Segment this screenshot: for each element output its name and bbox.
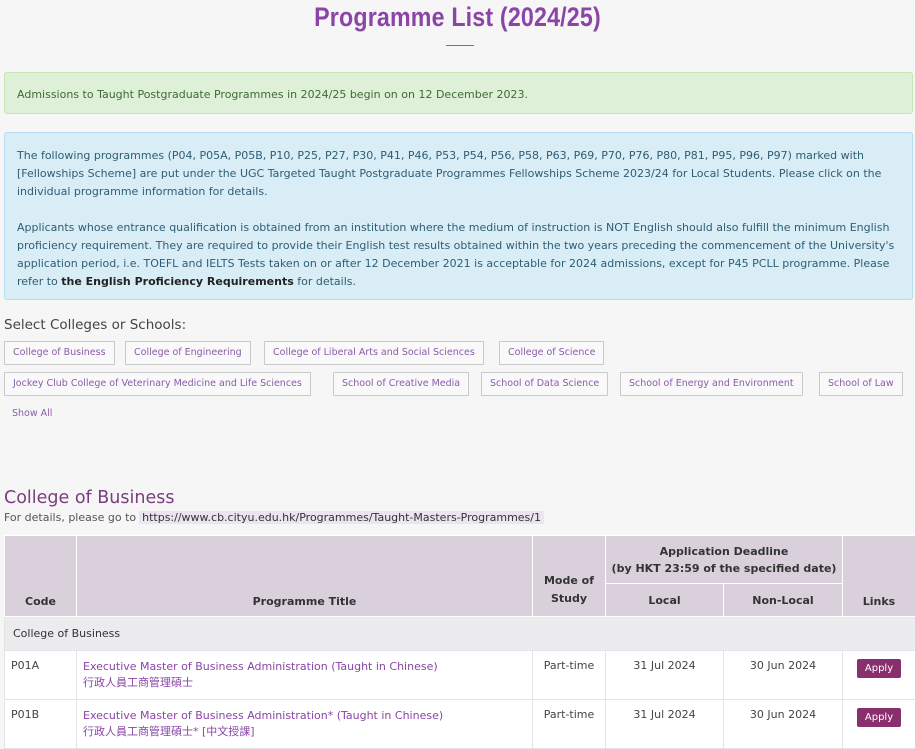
programme-title-zh[interactable]: 行政人員工商管理碩士 — [83, 675, 526, 691]
deadline-local: 31 Jul 2024 — [606, 651, 724, 700]
filter-college-of-liberal-arts[interactable]: College of Liberal Arts and Social Scien… — [264, 341, 484, 365]
deadline-non-local: 30 Jun 2024 — [724, 651, 843, 700]
header-links: Links — [843, 536, 915, 617]
apply-button[interactable]: Apply — [857, 659, 901, 678]
programme-table: Code Programme Title Mode of Study Appli… — [4, 535, 915, 749]
programme-title-en[interactable]: Executive Master of Business Administrat… — [83, 708, 526, 724]
header-programme-title: Programme Title — [77, 536, 533, 617]
filter-college-of-engineering[interactable]: College of Engineering — [125, 341, 251, 365]
header-non-local: Non-Local — [724, 584, 843, 617]
header-mode-of-study: Mode of Study — [533, 536, 606, 617]
programme-title-link[interactable]: Executive Master of Business Administrat… — [77, 700, 533, 749]
links-cell: Apply — [843, 700, 915, 749]
english-requirement-notice: Applicants whose entrance qualification … — [17, 219, 900, 291]
show-all-link[interactable]: Show All — [12, 408, 52, 419]
group-label: College of Business — [5, 617, 915, 651]
mode-of-study: Part-time — [533, 651, 606, 700]
page-title: Programme List (2024/25) — [64, 2, 851, 33]
programme-code: P01A — [5, 651, 77, 700]
programme-title-link[interactable]: Executive Master of Business Administrat… — [77, 651, 533, 700]
deadline-local: 31 Jul 2024 — [606, 700, 724, 749]
mode-of-study: Part-time — [533, 700, 606, 749]
info-alert: The following programmes (P04, P05A, P05… — [4, 132, 913, 300]
group-row: College of Business — [5, 617, 915, 651]
table-row: P01A Executive Master of Business Admini… — [5, 651, 915, 700]
filter-school-of-data-science[interactable]: School of Data Science — [481, 372, 608, 396]
deadline-title: Application Deadline — [610, 543, 838, 560]
title-divider — [446, 45, 474, 46]
filter-heading: Select Colleges or Schools: — [4, 317, 186, 333]
apply-button[interactable]: Apply — [857, 708, 901, 727]
deadline-note: (by HKT 23:59 of the specified date) — [610, 560, 838, 577]
english-notice-tail: for details. — [294, 275, 356, 288]
filter-college-of-science[interactable]: College of Science — [499, 341, 604, 365]
filter-school-of-creative-media[interactable]: School of Creative Media — [333, 372, 469, 396]
filter-jockey-club-college[interactable]: Jockey Club College of Veterinary Medici… — [4, 372, 311, 396]
filter-school-of-law[interactable]: School of Law — [819, 372, 903, 396]
header-local: Local — [606, 584, 724, 617]
programme-code: P01B — [5, 700, 77, 749]
fellowship-notice: The following programmes (P04, P05A, P05… — [17, 147, 900, 201]
details-url-link[interactable]: https://www.cb.cityu.edu.hk/Programmes/T… — [139, 511, 544, 524]
programme-title-en[interactable]: Executive Master of Business Administrat… — [83, 659, 526, 675]
english-requirements-link[interactable]: the English Proficiency Requirements — [61, 275, 294, 288]
table-row: P01B Executive Master of Business Admini… — [5, 700, 915, 749]
links-cell: Apply — [843, 651, 915, 700]
deadline-non-local: 30 Jun 2024 — [724, 700, 843, 749]
section-title: College of Business — [4, 488, 174, 508]
header-code: Code — [5, 536, 77, 617]
programme-title-zh[interactable]: 行政人員工商管理碩士* [中文授課] — [83, 724, 526, 740]
filter-college-of-business[interactable]: College of Business — [4, 341, 115, 365]
details-line: For details, please go tohttps://www.cb.… — [4, 511, 544, 524]
details-prefix: For details, please go to — [4, 511, 136, 524]
admissions-alert: Admissions to Taught Postgraduate Progra… — [4, 72, 913, 114]
header-application-deadline: Application Deadline (by HKT 23:59 of th… — [606, 536, 843, 584]
filter-school-of-energy[interactable]: School of Energy and Environment — [620, 372, 803, 396]
